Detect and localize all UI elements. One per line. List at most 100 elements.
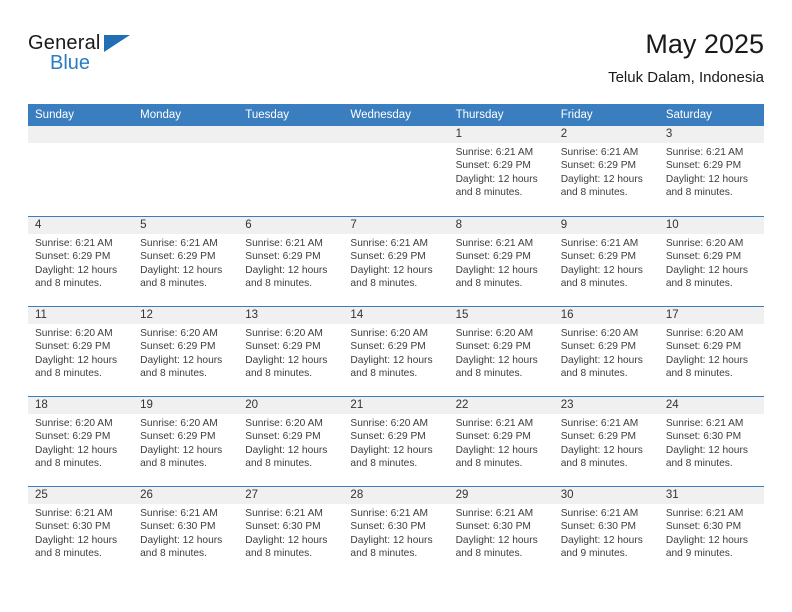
- title-block: May 2025 Teluk Dalam, Indonesia: [608, 28, 764, 88]
- daylight-text-line1: Daylight: 12 hours: [455, 354, 538, 366]
- calendar-day-cell[interactable]: 10 Sunrise: 6:20 AM Sunset: 6:29 PM Dayligh…: [658, 216, 764, 306]
- sunset-text: Sunset: 6:29 PM: [350, 431, 426, 443]
- sunrise-text: Sunrise: 6:20 AM: [665, 328, 744, 339]
- day-number: [238, 126, 344, 143]
- calendar-day-cell[interactable]: 29 Sunrise: 6:21 AM Sunset: 6:30 PM Dayligh…: [448, 486, 554, 576]
- sunset-text: Sunset: 6:29 PM: [140, 251, 216, 263]
- calendar-day-cell[interactable]: 6 Sunrise: 6:21 AM Sunset: 6:29 PM Daylight…: [238, 216, 344, 306]
- daylight-text-line1: Daylight: 12 hours: [350, 264, 433, 276]
- day-number: 1: [448, 126, 554, 143]
- day-number: 10: [658, 217, 764, 234]
- sunrise-text: Sunrise: 6:21 AM: [350, 238, 429, 249]
- calendar-day-cell[interactable]: 19 Sunrise: 6:20 AM Sunset: 6:29 PM Dayligh…: [133, 396, 239, 486]
- calendar-day-cell[interactable]: 26 Sunrise: 6:21 AM Sunset: 6:30 PM Dayligh…: [133, 486, 239, 576]
- daylight-text-line2: and 8 minutes.: [455, 277, 523, 289]
- daylight-text-line1: Daylight: 12 hours: [665, 444, 748, 456]
- sunset-text: Sunset: 6:30 PM: [665, 431, 742, 443]
- calendar-day-cell[interactable]: 28 Sunrise: 6:21 AM Sunset: 6:30 PM Dayligh…: [343, 486, 449, 576]
- calendar-day-cell[interactable]: 1 Sunrise: 6:21 AM Sunset: 6:29 PM Daylight…: [448, 126, 554, 216]
- daylight-text-line1: Daylight: 12 hours: [665, 173, 748, 185]
- sunrise-text: Sunrise: 6:21 AM: [455, 147, 534, 158]
- sunrise-text: Sunrise: 6:21 AM: [35, 508, 113, 519]
- day-details: Sunrise: 6:21 AM Sunset: 6:29 PM Daylight:…: [343, 234, 448, 290]
- calendar-day-cell[interactable]: 20 Sunrise: 6:20 AM Sunset: 6:29 PM Dayligh…: [238, 396, 344, 486]
- sunrise-text: Sunrise: 6:21 AM: [245, 508, 323, 519]
- daylight-text-line2: and 8 minutes.: [140, 457, 207, 469]
- calendar-day-cell[interactable]: 11 Sunrise: 6:20 AM Sunset: 6:29 PM Dayligh…: [28, 306, 134, 396]
- day-details: Sunrise: 6:21 AM Sunset: 6:30 PM Daylight:…: [449, 504, 554, 560]
- day-details: Sunrise: 6:21 AM Sunset: 6:29 PM Daylight:…: [659, 143, 764, 199]
- daylight-text-line2: and 8 minutes.: [665, 186, 733, 198]
- calendar-day-cell[interactable]: 12 Sunrise: 6:20 AM Sunset: 6:29 PM Dayligh…: [133, 306, 239, 396]
- day-details: Sunrise: 6:20 AM Sunset: 6:29 PM Daylight:…: [659, 234, 764, 290]
- calendar-day-cell[interactable]: 8 Sunrise: 6:21 AM Sunset: 6:29 PM Daylight…: [448, 216, 554, 306]
- calendar-day-cell[interactable]: 24 Sunrise: 6:21 AM Sunset: 6:30 PM Dayligh…: [658, 396, 764, 486]
- sunset-text: Sunset: 6:29 PM: [455, 431, 531, 443]
- general-blue-logo[interactable]: General Blue: [28, 32, 188, 84]
- sunrise-text: Sunrise: 6:20 AM: [140, 328, 218, 339]
- calendar-day-cell[interactable]: 14 Sunrise: 6:20 AM Sunset: 6:29 PM Dayligh…: [343, 306, 449, 396]
- daylight-text-line1: Daylight: 12 hours: [140, 354, 223, 366]
- calendar-day-cell[interactable]: 21 Sunrise: 6:20 AM Sunset: 6:29 PM Dayligh…: [343, 396, 449, 486]
- daylight-text-line2: and 8 minutes.: [350, 457, 418, 469]
- day-number: 21: [343, 397, 449, 414]
- calendar-day-cell[interactable]: 22 Sunrise: 6:21 AM Sunset: 6:29 PM Dayligh…: [448, 396, 554, 486]
- sunrise-text: Sunrise: 6:21 AM: [665, 508, 744, 519]
- weekday-header-monday: Monday: [133, 104, 239, 126]
- day-details: Sunrise: 6:20 AM Sunset: 6:29 PM Daylight:…: [449, 324, 554, 380]
- day-details: Sunrise: 6:20 AM Sunset: 6:29 PM Daylight:…: [133, 414, 238, 470]
- weekday-header-thursday: Thursday: [448, 104, 554, 126]
- day-number: [28, 126, 134, 143]
- calendar-cell-empty: [28, 126, 134, 216]
- daylight-text-line1: Daylight: 12 hours: [665, 354, 748, 366]
- calendar-cell-empty: [343, 126, 449, 216]
- day-details: Sunrise: 6:21 AM Sunset: 6:30 PM Daylight:…: [28, 504, 133, 560]
- sunset-text: Sunset: 6:29 PM: [140, 341, 216, 353]
- calendar-day-cell[interactable]: 18 Sunrise: 6:20 AM Sunset: 6:29 PM Dayligh…: [28, 396, 134, 486]
- calendar-day-cell[interactable]: 23 Sunrise: 6:21 AM Sunset: 6:29 PM Dayligh…: [553, 396, 659, 486]
- calendar-week-row: 1 Sunrise: 6:21 AM Sunset: 6:29 PM Daylight…: [28, 126, 764, 216]
- calendar-day-cell[interactable]: 27 Sunrise: 6:21 AM Sunset: 6:30 PM Dayligh…: [238, 486, 344, 576]
- sunrise-text: Sunrise: 6:20 AM: [35, 328, 113, 339]
- daylight-text-line1: Daylight: 12 hours: [560, 354, 643, 366]
- sunset-text: Sunset: 6:29 PM: [35, 341, 111, 353]
- day-number: 28: [343, 487, 449, 504]
- calendar-day-cell[interactable]: 17 Sunrise: 6:20 AM Sunset: 6:29 PM Dayligh…: [658, 306, 764, 396]
- calendar-day-cell[interactable]: 16 Sunrise: 6:20 AM Sunset: 6:29 PM Dayligh…: [553, 306, 659, 396]
- daylight-text-line1: Daylight: 12 hours: [245, 444, 328, 456]
- day-number: 22: [448, 397, 554, 414]
- daylight-text-line1: Daylight: 12 hours: [35, 354, 118, 366]
- daylight-text-line2: and 8 minutes.: [350, 547, 418, 559]
- calendar-day-cell[interactable]: 9 Sunrise: 6:21 AM Sunset: 6:29 PM Daylight…: [553, 216, 659, 306]
- day-number: 18: [28, 397, 134, 414]
- sunrise-text: Sunrise: 6:21 AM: [560, 418, 639, 429]
- daylight-text-line1: Daylight: 12 hours: [455, 264, 538, 276]
- sunset-text: Sunset: 6:29 PM: [245, 251, 321, 263]
- sunset-text: Sunset: 6:30 PM: [455, 521, 531, 533]
- calendar-day-cell[interactable]: 2 Sunrise: 6:21 AM Sunset: 6:29 PM Daylight…: [553, 126, 659, 216]
- daylight-text-line1: Daylight: 12 hours: [35, 264, 118, 276]
- sunset-text: Sunset: 6:29 PM: [665, 251, 742, 263]
- day-number: 14: [343, 307, 449, 324]
- calendar-day-cell[interactable]: 31 Sunrise: 6:21 AM Sunset: 6:30 PM Dayligh…: [658, 486, 764, 576]
- sunset-text: Sunset: 6:29 PM: [350, 251, 426, 263]
- calendar-day-cell[interactable]: 25 Sunrise: 6:21 AM Sunset: 6:30 PM Dayligh…: [28, 486, 134, 576]
- calendar-day-cell[interactable]: 5 Sunrise: 6:21 AM Sunset: 6:29 PM Daylight…: [133, 216, 239, 306]
- sunset-text: Sunset: 6:29 PM: [665, 160, 742, 172]
- sunset-text: Sunset: 6:30 PM: [665, 521, 742, 533]
- calendar-day-cell[interactable]: 7 Sunrise: 6:21 AM Sunset: 6:29 PM Daylight…: [343, 216, 449, 306]
- daylight-text-line1: Daylight: 12 hours: [350, 444, 433, 456]
- calendar-day-cell[interactable]: 4 Sunrise: 6:21 AM Sunset: 6:29 PM Daylight…: [28, 216, 134, 306]
- daylight-text-line1: Daylight: 12 hours: [665, 534, 748, 546]
- day-details: Sunrise: 6:20 AM Sunset: 6:29 PM Daylight:…: [343, 324, 448, 380]
- calendar-day-cell[interactable]: 3 Sunrise: 6:21 AM Sunset: 6:29 PM Daylight…: [658, 126, 764, 216]
- calendar-day-cell[interactable]: 15 Sunrise: 6:20 AM Sunset: 6:29 PM Dayligh…: [448, 306, 554, 396]
- daylight-text-line2: and 8 minutes.: [140, 277, 207, 289]
- sunset-text: Sunset: 6:29 PM: [35, 251, 111, 263]
- calendar-day-cell[interactable]: 13 Sunrise: 6:20 AM Sunset: 6:29 PM Dayligh…: [238, 306, 344, 396]
- day-number: [133, 126, 239, 143]
- sunrise-text: Sunrise: 6:20 AM: [35, 418, 113, 429]
- daylight-text-line1: Daylight: 12 hours: [350, 534, 433, 546]
- calendar-day-cell[interactable]: 30 Sunrise: 6:21 AM Sunset: 6:30 PM Dayligh…: [553, 486, 659, 576]
- sunrise-text: Sunrise: 6:21 AM: [455, 238, 534, 249]
